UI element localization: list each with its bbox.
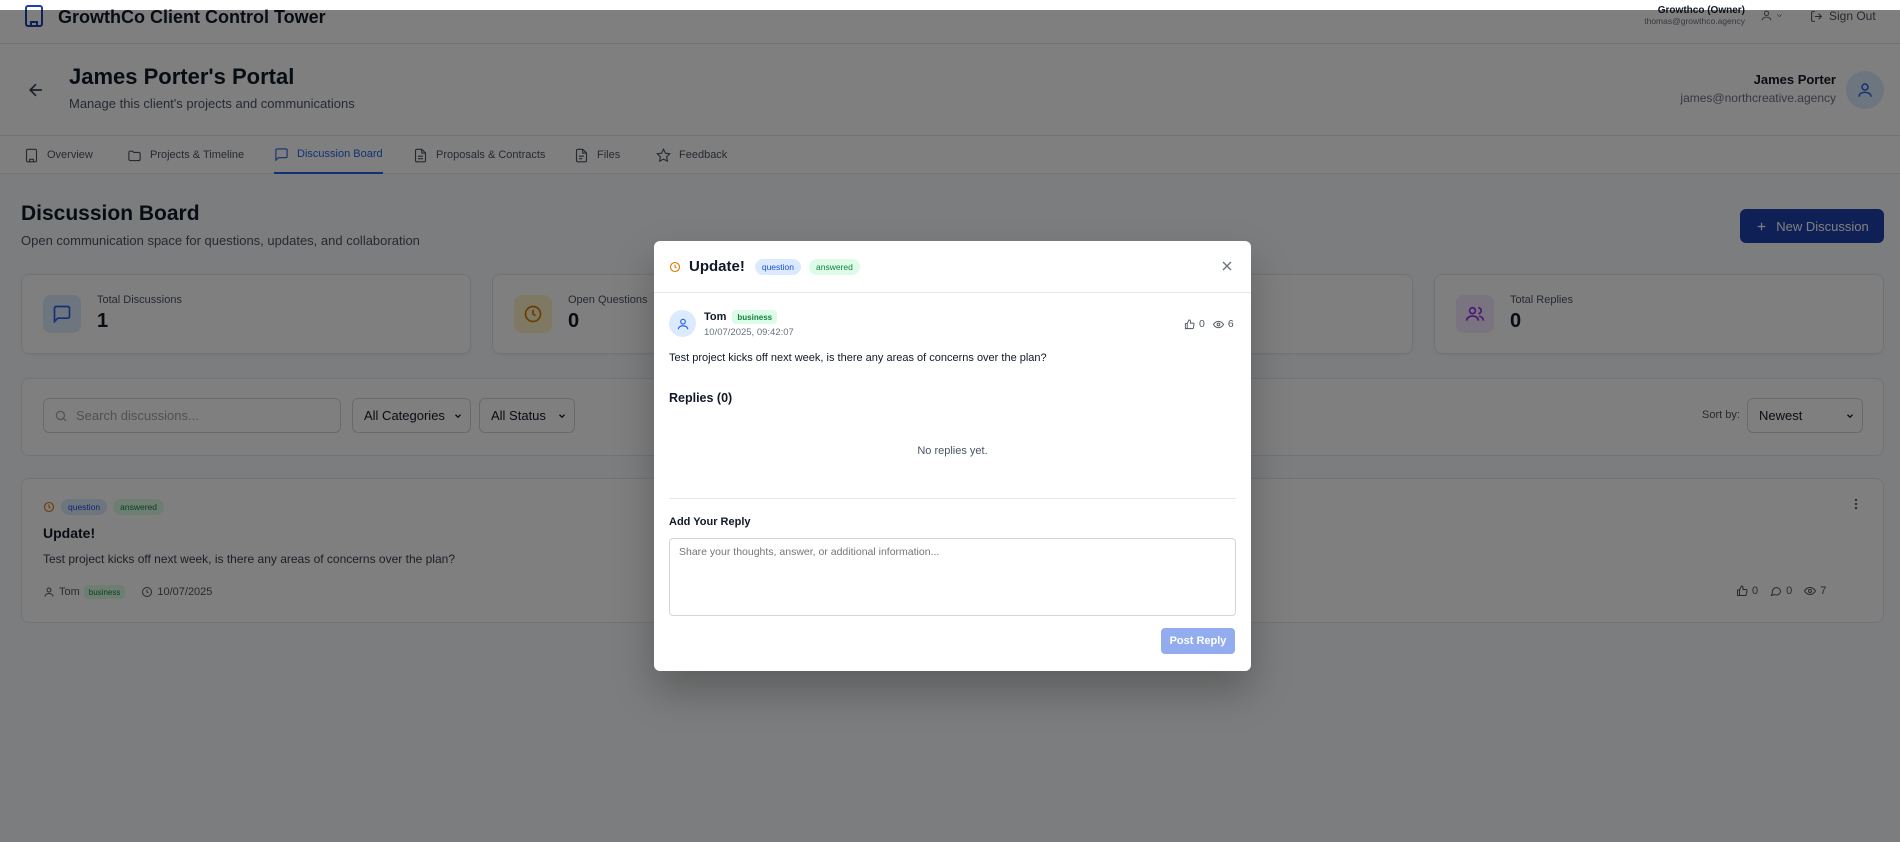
thumbs-up-icon: [1184, 318, 1195, 330]
view-count: 6: [1212, 318, 1234, 330]
avatar: [669, 310, 696, 337]
role-badge: business: [732, 310, 778, 324]
modal-title: Update!: [689, 258, 745, 275]
category-badge: question: [754, 258, 801, 275]
clock-icon: [669, 261, 681, 273]
view-value: 6: [1227, 318, 1234, 330]
modal-title-row: Update! question answered: [669, 258, 860, 275]
divider: [669, 498, 1236, 499]
modal-author: Tom business: [704, 310, 778, 324]
empty-replies-message: No replies yet.: [917, 445, 988, 457]
eye-icon: [1212, 319, 1224, 330]
reply-textarea[interactable]: [669, 538, 1236, 616]
post-reply-button[interactable]: Post Reply: [1161, 628, 1235, 654]
author-name: Tom: [704, 311, 727, 323]
timestamp: 10/07/2025, 09:42:07: [704, 327, 794, 338]
close-button[interactable]: [1219, 258, 1235, 274]
like-count: 0: [1199, 318, 1205, 330]
status-badge: answered: [808, 258, 860, 275]
modal-body: Test project kicks off next week, is the…: [669, 352, 1047, 364]
replies-heading: Replies (0): [669, 391, 733, 405]
user-icon: [677, 318, 688, 329]
reply-label: Add Your Reply: [669, 516, 751, 528]
modal-stats: 0 6: [1184, 318, 1234, 330]
like-button[interactable]: 0: [1184, 318, 1205, 330]
discussion-modal: Update! question answered Tom business 1…: [654, 241, 1251, 671]
close-icon: [1222, 261, 1232, 271]
modal-header: Update! question answered: [654, 241, 1251, 293]
